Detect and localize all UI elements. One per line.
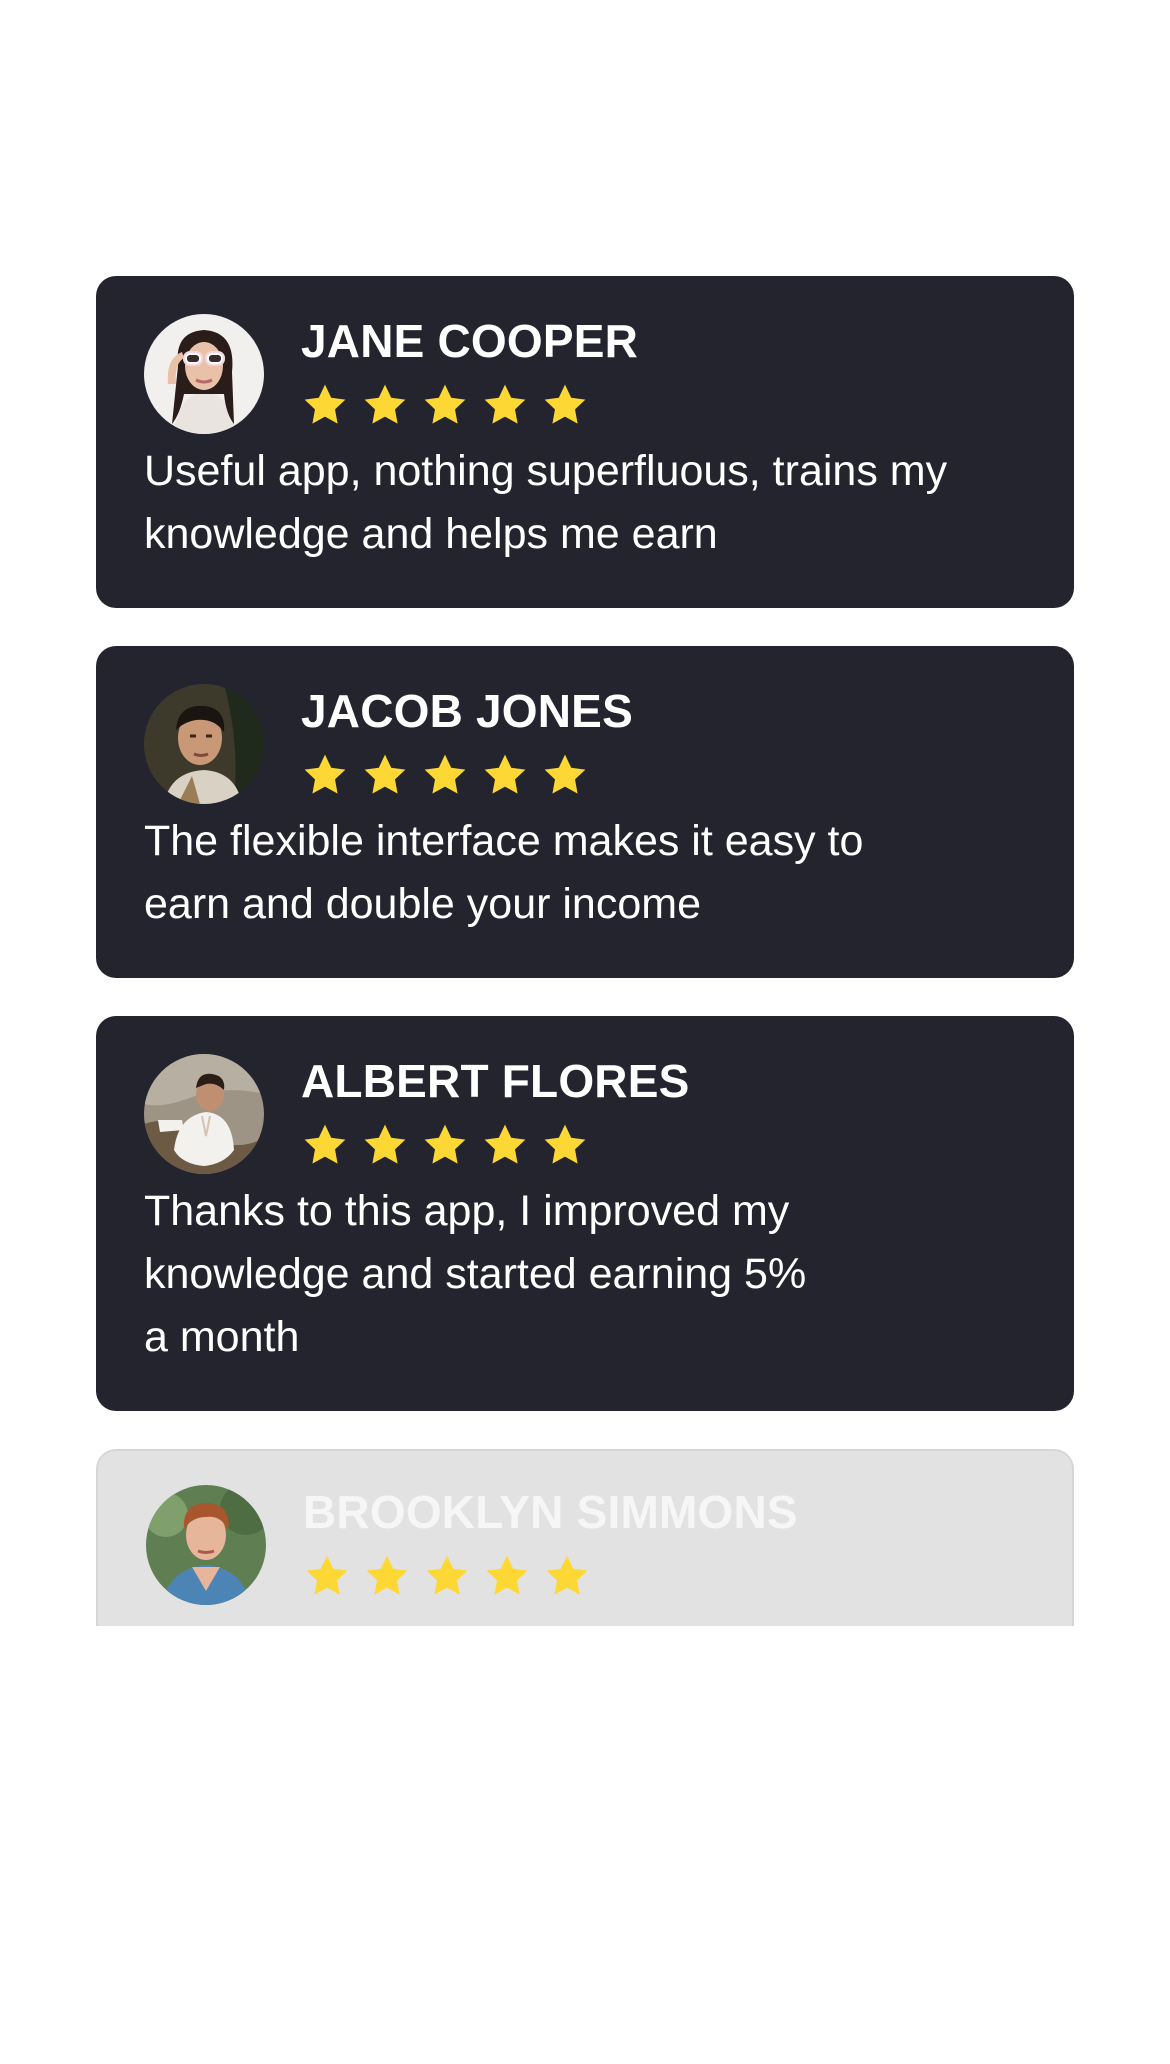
avatar — [144, 314, 264, 434]
star-icon — [541, 751, 589, 799]
star-icon — [301, 381, 349, 429]
star-rating — [301, 381, 638, 431]
reviews-list: JANE COOPER Useful app, nothing superflu… — [96, 276, 1074, 1626]
star-icon — [361, 381, 409, 429]
review-head-text: JANE COOPER — [301, 314, 638, 431]
review-card: ALBERT FLORES Thanks to this app, I impr… — [96, 1016, 1074, 1411]
star-icon — [481, 381, 529, 429]
review-card: JANE COOPER Useful app, nothing superflu… — [96, 276, 1074, 608]
woman-with-sunglasses-avatar-icon — [144, 314, 264, 434]
review-head-text: BROOKLYN SIMMONS — [303, 1485, 798, 1602]
star-icon — [483, 1552, 531, 1600]
avatar — [146, 1485, 266, 1605]
star-icon — [301, 1121, 349, 1169]
avatar — [144, 1054, 264, 1174]
star-icon — [481, 1121, 529, 1169]
star-icon — [361, 751, 409, 799]
star-icon — [541, 381, 589, 429]
review-text: Useful app, nothing superfluous, trains … — [144, 447, 948, 558]
review-text: The flexible interface makes it easy to … — [144, 817, 864, 928]
star-icon — [421, 1121, 469, 1169]
star-icon — [361, 1121, 409, 1169]
star-rating — [303, 1552, 798, 1602]
review-header: BROOKLYN SIMMONS — [146, 1485, 1024, 1605]
review-head-text: JACOB JONES — [301, 684, 633, 801]
man-white-shirt-avatar-icon — [144, 1054, 264, 1174]
reviewer-name: JANE COOPER — [301, 315, 639, 367]
star-rating — [301, 1121, 689, 1171]
star-icon — [423, 1552, 471, 1600]
review-header: JACOB JONES — [144, 684, 1026, 804]
reviewer-name: JACOB JONES — [301, 685, 633, 737]
star-icon — [541, 1121, 589, 1169]
star-icon — [421, 381, 469, 429]
review-text: Thanks to this app, I improved my knowle… — [144, 1187, 807, 1361]
review-card-faded: BROOKLYN SIMMONS — [96, 1449, 1074, 1626]
star-rating — [301, 751, 633, 801]
star-icon — [481, 751, 529, 799]
avatar — [144, 684, 264, 804]
review-head-text: ALBERT FLORES — [301, 1054, 689, 1171]
review-header: JANE COOPER — [144, 314, 1026, 434]
reviewer-name: BROOKLYN SIMMONS — [303, 1486, 798, 1538]
man-portrait-avatar-icon — [144, 684, 264, 804]
reviewer-name: ALBERT FLORES — [301, 1055, 690, 1107]
star-icon — [543, 1552, 591, 1600]
review-header: ALBERT FLORES — [144, 1054, 1026, 1174]
star-icon — [303, 1552, 351, 1600]
star-icon — [301, 751, 349, 799]
man-denim-shirt-avatar-icon — [146, 1485, 266, 1605]
star-icon — [363, 1552, 411, 1600]
review-card: JACOB JONES The flexible interface makes… — [96, 646, 1074, 978]
star-icon — [421, 751, 469, 799]
